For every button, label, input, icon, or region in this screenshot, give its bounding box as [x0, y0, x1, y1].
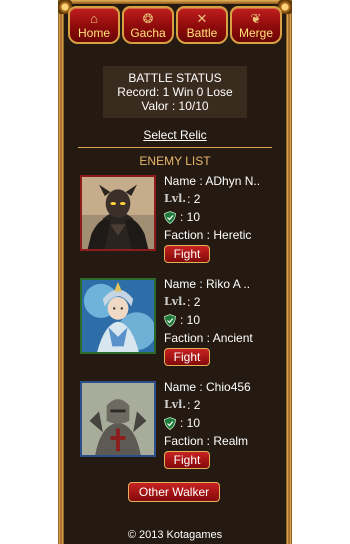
enemy-portrait[interactable] — [80, 381, 156, 457]
fight-button[interactable]: Fight — [164, 348, 210, 366]
enemy-name: Name : ADhyn N.. — [164, 174, 261, 188]
enemy-card: Name : Chio456 Lvl. : 2 : 10 Faction : R… — [80, 378, 280, 470]
enemy-level: Lvl. : 2 — [164, 190, 280, 208]
enemy-portrait[interactable] — [80, 175, 156, 251]
enemy-valor-value: : 10 — [180, 416, 201, 430]
shield-icon — [164, 210, 176, 224]
enemy-name: Name : Riko A .. — [164, 277, 251, 291]
enemy-faction: Faction : Realm — [164, 434, 249, 448]
fight-button[interactable]: Fight — [164, 245, 210, 263]
enemy-card: Name : ADhyn N.. Lvl. : 2 : 10 Faction :… — [80, 172, 280, 264]
scroll-icon: ❂ — [142, 11, 154, 26]
enemy-valor: : 10 — [164, 414, 280, 432]
battle-status-title: BATTLE STATUS — [128, 71, 222, 85]
armored-knight-portrait — [82, 383, 154, 455]
battle-record: Record: 1 Win 0 Lose — [117, 85, 233, 99]
enemy-card: Name : Riko A .. Lvl. : 2 : 10 Faction :… — [80, 275, 280, 367]
enemy-faction: Faction : Heretic — [164, 228, 252, 242]
other-walker-button[interactable]: Other Walker — [128, 482, 220, 502]
frame-top-border — [58, 0, 292, 4]
enemy-list-title: ENEMY LIST — [139, 154, 211, 168]
top-nav: ⌂ Home ❂ Gacha ✕ Battle ❦ Merge — [68, 6, 282, 44]
nav-home-button[interactable]: ⌂ Home — [68, 6, 120, 44]
shield-icon — [164, 416, 176, 430]
fight-button[interactable]: Fight — [164, 451, 210, 469]
enemy-level-value: : 2 — [187, 192, 201, 206]
enemy-valor-value: : 10 — [180, 210, 201, 224]
shield-icon — [164, 313, 176, 327]
valor-count: Valor : 10/10 — [141, 99, 209, 113]
select-relic-link[interactable]: Select Relic — [58, 128, 292, 142]
nav-gacha-button[interactable]: ❂ Gacha — [122, 6, 174, 44]
enemy-level: Lvl. : 2 — [164, 293, 280, 311]
enemy-portrait[interactable] — [80, 278, 156, 354]
nav-battle-label: Battle — [186, 26, 218, 40]
dark-warrior-portrait — [82, 177, 154, 249]
enemy-info: Name : Riko A .. Lvl. : 2 : 10 Faction :… — [164, 275, 280, 366]
level-tag: Lvl. — [164, 192, 187, 205]
battle-status-panel: BATTLE STATUS Record: 1 Win 0 Lose Valor… — [103, 66, 247, 118]
enemy-level-value: : 2 — [187, 295, 201, 309]
nav-merge-button[interactable]: ❦ Merge — [230, 6, 282, 44]
game-frame: ⌂ Home ❂ Gacha ✕ Battle ❦ Merge BATTLE S… — [58, 0, 292, 544]
frame-left-border — [58, 0, 64, 544]
level-tag: Lvl. — [164, 398, 187, 411]
ice-maiden-portrait — [82, 280, 154, 352]
enemy-valor: : 10 — [164, 208, 280, 226]
enemy-valor: : 10 — [164, 311, 280, 329]
nav-merge-label: Merge — [238, 26, 273, 40]
nav-battle-button[interactable]: ✕ Battle — [176, 6, 228, 44]
frame-right-border — [286, 0, 292, 544]
footer-copyright: © 2013 Kotagames — [127, 529, 223, 541]
level-tag: Lvl. — [164, 295, 187, 308]
nav-home-label: Home — [77, 26, 110, 40]
enemy-info: Name : ADhyn N.. Lvl. : 2 : 10 Faction :… — [164, 172, 280, 263]
enemy-valor-value: : 10 — [180, 313, 201, 327]
nav-gacha-label: Gacha — [130, 26, 166, 40]
merge-icon: ❦ — [250, 11, 262, 26]
enemy-name: Name : Chio456 — [164, 380, 251, 394]
enemy-info: Name : Chio456 Lvl. : 2 : 10 Faction : R… — [164, 378, 280, 469]
enemy-level: Lvl. : 2 — [164, 396, 280, 414]
enemy-faction: Faction : Ancient — [164, 331, 253, 345]
enemy-level-value: : 2 — [187, 398, 201, 412]
house-icon: ⌂ — [90, 11, 98, 26]
crossed-swords-icon: ✕ — [196, 11, 208, 26]
divider — [78, 147, 272, 148]
